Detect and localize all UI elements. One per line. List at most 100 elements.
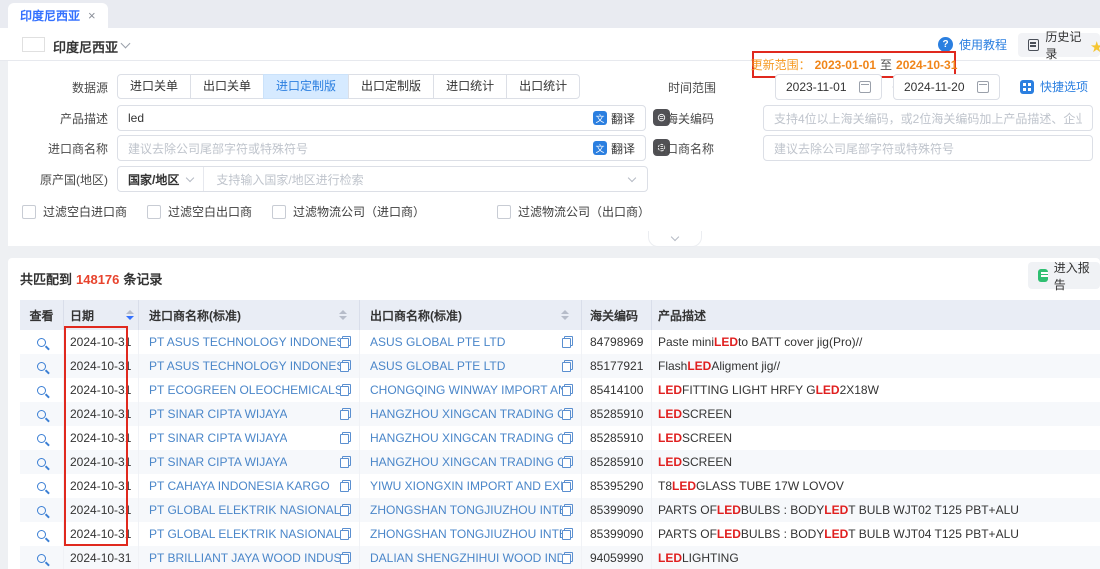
- table-row: 2024-10-31PT ECOGREEN OLEOCHEMICALSCHONG…: [20, 378, 1100, 402]
- magnifier-icon[interactable]: [37, 506, 46, 515]
- exporter-link[interactable]: HANGZHOU XINGCAN TRADING CO LTD: [370, 407, 562, 421]
- hs-code-cell: 85285910: [582, 450, 652, 474]
- copy-icon[interactable]: [562, 456, 573, 468]
- column-importer[interactable]: 进口商名称(标准): [139, 300, 360, 330]
- copy-icon[interactable]: [340, 552, 351, 564]
- table-row: 2024-10-31PT ASUS TECHNOLOGY INDONESIA B…: [20, 330, 1100, 354]
- tab-import-custom[interactable]: 进口定制版: [263, 74, 349, 99]
- hs-code-label: 海关编码: [614, 110, 714, 127]
- importer-link[interactable]: PT ASUS TECHNOLOGY INDONESIA BA...: [149, 359, 340, 373]
- magnifier-icon[interactable]: [37, 434, 46, 443]
- magnifier-icon[interactable]: [37, 458, 46, 467]
- checkbox-filter-logistics-importer[interactable]: 过滤物流公司（进口商）: [272, 203, 425, 220]
- hs-code-input[interactable]: 支持4位以上海关编码，或2位海关编码加上产品描述、企业名称的任意信息: [763, 105, 1093, 131]
- sort-icon[interactable]: [126, 310, 134, 320]
- tab-indonesia[interactable]: 印度尼西亚 ×: [8, 3, 108, 28]
- view-cell: [20, 426, 64, 450]
- exporter-link[interactable]: YIWU XIONGXIN IMPORT AND EXPORT...: [370, 479, 562, 493]
- exporter-cell: ASUS GLOBAL PTE LTD: [360, 354, 582, 378]
- exporter-link[interactable]: ZHONGSHAN TONGJIUZHOU INTERNA...: [370, 527, 562, 541]
- copy-icon[interactable]: [562, 360, 573, 372]
- tab-export-custom[interactable]: 出口定制版: [348, 74, 434, 99]
- importer-link[interactable]: PT ASUS TECHNOLOGY INDONESIA BA...: [149, 335, 340, 349]
- history-icon: [1028, 39, 1039, 51]
- origin-country-select[interactable]: 国家/地区 支持输入国家/地区进行检索: [117, 166, 648, 192]
- date-from-input[interactable]: 2023-11-01: [775, 74, 882, 100]
- copy-icon[interactable]: [562, 528, 573, 540]
- date-to-input[interactable]: 2024-11-20: [893, 74, 1000, 100]
- checkbox-filter-logistics-exporter[interactable]: 过滤物流公司（出口商）: [497, 203, 650, 220]
- copy-icon[interactable]: [562, 480, 573, 492]
- calendar-icon: [859, 81, 871, 93]
- importer-link[interactable]: PT SINAR CIPTA WIJAYA: [149, 431, 287, 445]
- copy-icon[interactable]: [562, 552, 573, 564]
- importer-link[interactable]: PT SINAR CIPTA WIJAYA: [149, 407, 287, 421]
- translate-icon: 文: [593, 111, 607, 125]
- copy-icon[interactable]: [562, 504, 573, 516]
- copy-icon[interactable]: [562, 336, 573, 348]
- importer-link[interactable]: PT GLOBAL ELEKTRIK NASIONAL: [149, 527, 340, 541]
- copy-icon[interactable]: [562, 432, 573, 444]
- column-date[interactable]: 日期: [64, 300, 139, 330]
- close-icon[interactable]: ×: [88, 9, 96, 22]
- copy-icon[interactable]: [340, 336, 351, 348]
- copy-icon[interactable]: [340, 456, 351, 468]
- tab-export-declaration[interactable]: 出口关单: [190, 74, 264, 99]
- copy-icon[interactable]: [562, 408, 573, 420]
- tab-export-stats[interactable]: 出口统计: [506, 74, 580, 99]
- importer-link[interactable]: PT GLOBAL ELEKTRIK NASIONAL: [149, 503, 340, 517]
- checkbox-filter-blank-exporter[interactable]: 过滤空白出口商: [147, 203, 252, 220]
- product-desc-cell: Paste miniLED to BATT cover jig(Pro)//: [652, 330, 1100, 354]
- exporter-link[interactable]: CHONGQING WINWAY IMPORT AND E...: [370, 383, 562, 397]
- magnifier-icon[interactable]: [37, 410, 46, 419]
- magnifier-icon[interactable]: [37, 362, 46, 371]
- copy-icon[interactable]: [340, 360, 351, 372]
- importer-link[interactable]: PT SINAR CIPTA WIJAYA: [149, 455, 287, 469]
- star-icon[interactable]: ★: [1090, 38, 1100, 56]
- importer-link[interactable]: PT BRILLIANT JAYA WOOD INDUSTRY: [149, 551, 340, 565]
- importer-cell: PT GLOBAL ELEKTRIK NASIONAL: [139, 498, 360, 522]
- quick-options-link[interactable]: 快捷选项: [1020, 78, 1088, 95]
- column-exporter[interactable]: 出口商名称(标准): [360, 300, 582, 330]
- sort-icon[interactable]: [339, 310, 347, 320]
- collapse-filters-button[interactable]: [648, 231, 702, 247]
- importer-link[interactable]: PT CAHAYA INDONESIA KARGO: [149, 479, 330, 493]
- magnifier-icon[interactable]: [37, 338, 46, 347]
- view-cell: [20, 546, 64, 569]
- tab-import-declaration[interactable]: 进口关单: [117, 74, 191, 99]
- importer-link[interactable]: PT ECOGREEN OLEOCHEMICALS: [149, 383, 340, 397]
- calendar-icon: [977, 81, 989, 93]
- copy-icon[interactable]: [340, 408, 351, 420]
- sort-icon[interactable]: [561, 310, 569, 320]
- exporter-input[interactable]: 建议去除公司尾部字符或特殊符号: [763, 135, 1093, 161]
- enter-report-button[interactable]: 进入报告: [1028, 262, 1100, 289]
- exporter-link[interactable]: ASUS GLOBAL PTE LTD: [370, 359, 505, 373]
- copy-icon[interactable]: [340, 384, 351, 396]
- exporter-cell: HANGZHOU XINGCAN TRADING CO LTD: [360, 450, 582, 474]
- copy-icon[interactable]: [562, 384, 573, 396]
- exporter-link[interactable]: ZHONGSHAN TONGJIUZHOU INTERNA...: [370, 503, 562, 517]
- help-icon: ?: [938, 37, 953, 52]
- hs-code-cell: 84798969: [582, 330, 652, 354]
- checkbox-filter-blank-importer[interactable]: 过滤空白进口商: [22, 203, 127, 220]
- exporter-link[interactable]: HANGZHOU XINGCAN TRADING CO LTD: [370, 431, 562, 445]
- origin-dropdown[interactable]: 国家/地区: [118, 167, 204, 191]
- exporter-link[interactable]: DALIAN SHENGZHIHUI WOOD INDUST...: [370, 551, 562, 565]
- magnifier-icon[interactable]: [37, 530, 46, 539]
- exporter-link[interactable]: HANGZHOU XINGCAN TRADING CO LTD: [370, 455, 562, 469]
- magnifier-icon[interactable]: [37, 482, 46, 491]
- tab-import-stats[interactable]: 进口统计: [433, 74, 507, 99]
- copy-icon[interactable]: [340, 528, 351, 540]
- chevron-down-icon[interactable]: [121, 39, 131, 49]
- importer-cell: PT CAHAYA INDONESIA KARGO: [139, 474, 360, 498]
- importer-cell: PT ASUS TECHNOLOGY INDONESIA BA...: [139, 330, 360, 354]
- product-desc-input[interactable]: led 文 翻译: [117, 105, 646, 131]
- importer-input[interactable]: 建议去除公司尾部字符或特殊符号 文 翻译: [117, 135, 646, 161]
- copy-icon[interactable]: [340, 432, 351, 444]
- magnifier-icon[interactable]: [37, 386, 46, 395]
- copy-icon[interactable]: [340, 504, 351, 516]
- copy-icon[interactable]: [340, 480, 351, 492]
- magnifier-icon[interactable]: [37, 554, 46, 563]
- history-button[interactable]: 历史记录: [1018, 33, 1100, 57]
- exporter-link[interactable]: ASUS GLOBAL PTE LTD: [370, 335, 505, 349]
